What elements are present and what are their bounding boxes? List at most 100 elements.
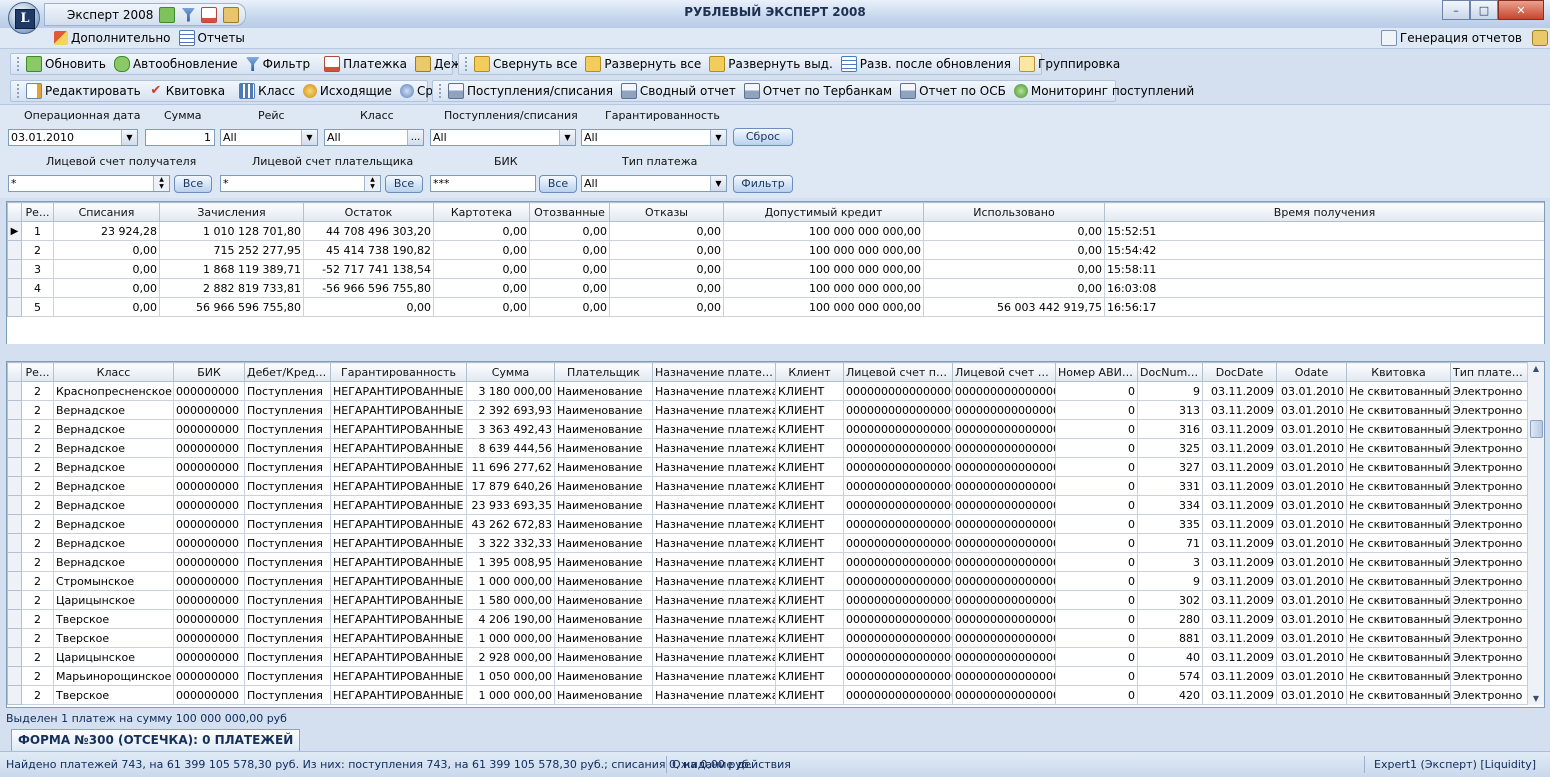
kvitovka-button[interactable]: ✔ Квитовка xyxy=(145,84,229,99)
table-row[interactable]: 2 Стромынское 000000000 Поступления НЕГАРАНТ… xyxy=(7,571,1530,591)
column-header[interactable]: Отозванные xyxy=(529,202,610,222)
column-header[interactable]: DocNumber xyxy=(1137,362,1203,382)
table-row[interactable]: 2 Царицынское 000000000 Поступления НЕГАРАНТ… xyxy=(7,590,1530,610)
collapse-all-button[interactable]: Свернуть все xyxy=(470,56,581,72)
chevron-down-icon[interactable]: ▼ xyxy=(301,130,317,145)
row-indicator[interactable]: ▶ xyxy=(7,221,22,241)
column-header[interactable]: Картотека xyxy=(433,202,530,222)
recipient-all-button[interactable]: Все xyxy=(174,175,212,193)
column-header[interactable]: Плательщик xyxy=(554,362,653,382)
payer-account-input[interactable]: * ▲ ▼ xyxy=(220,175,381,192)
table-row[interactable]: 2 Вернадское 000000000 Поступления НЕГАРАНТИ… xyxy=(7,476,1530,496)
grid-splitter[interactable] xyxy=(0,344,1550,360)
row-indicator[interactable] xyxy=(7,297,22,317)
report-generation-button[interactable]: Генерация отчетов xyxy=(1377,30,1526,46)
payment-button[interactable]: Платежка xyxy=(320,56,411,72)
column-header[interactable]: Лицевой счет плат... xyxy=(843,362,953,382)
table-row[interactable]: 2 Вернадское 000000000 Поступления НЕГАРАНТИ… xyxy=(7,495,1530,515)
row-indicator[interactable] xyxy=(7,476,22,496)
chevron-down-icon[interactable]: ▼ xyxy=(710,130,726,145)
table-row[interactable]: 2 Вернадское 000000000 Поступления НЕГАРАНТИ… xyxy=(7,514,1530,534)
toolbar-grip[interactable] xyxy=(465,57,467,71)
table-row[interactable]: 2 Вернадское 000000000 Поступления НЕГАРАНТИ… xyxy=(7,400,1530,420)
filter-toolbar-button[interactable]: Фильтр xyxy=(242,57,314,71)
expand-after-refresh-button[interactable]: Разв. после обновления xyxy=(837,56,1015,72)
table-row[interactable]: 2 0,00 715 252 277,95 45 414 738 190,82 0,00… xyxy=(7,240,1544,260)
column-header[interactable]: Гарантированность xyxy=(330,362,467,382)
grouping-button[interactable]: Группировка xyxy=(1015,56,1124,72)
row-indicator[interactable] xyxy=(7,552,22,572)
ellipsis-button[interactable]: ... xyxy=(407,130,423,145)
menu-item-reports[interactable]: Отчеты xyxy=(175,30,249,46)
row-indicator[interactable] xyxy=(7,381,22,401)
column-header[interactable]: Ре... xyxy=(21,362,54,382)
table-row[interactable]: 2 Вернадское 000000000 Поступления НЕГАРАНТИ… xyxy=(7,552,1530,572)
close-button[interactable]: ✕ xyxy=(1498,0,1544,20)
class-button[interactable]: Класс xyxy=(235,83,299,99)
column-header[interactable]: Лицевой счет по... xyxy=(952,362,1056,382)
spinner-icon[interactable]: ▲ ▼ xyxy=(364,176,380,191)
table-row[interactable]: 2 Тверское 000000000 Поступления НЕГАРАНТИРО… xyxy=(7,685,1530,705)
row-indicator[interactable] xyxy=(7,533,22,553)
row-indicator[interactable] xyxy=(7,495,22,515)
apply-filter-button[interactable]: Фильтр xyxy=(733,175,793,193)
menu-item-extra[interactable]: Дополнительно xyxy=(50,31,175,45)
chevron-down-icon[interactable]: ▼ xyxy=(559,130,575,145)
autorefresh-button[interactable]: Автообновление xyxy=(110,56,242,72)
klass-select[interactable]: All... xyxy=(324,129,424,146)
table-row[interactable]: 2 Вернадское 000000000 Поступления НЕГАРАНТИ… xyxy=(7,419,1530,439)
sum-input[interactable]: 1 xyxy=(145,129,215,146)
table-row[interactable]: 2 Марьинорощинское 000000000 Поступления НЕГ… xyxy=(7,666,1530,686)
row-indicator[interactable] xyxy=(7,647,22,667)
minimize-button[interactable]: – xyxy=(1442,0,1470,20)
table-row[interactable]: 4 0,00 2 882 819 733,81 -56 966 596 755,80 0… xyxy=(7,278,1544,298)
help-icon[interactable] xyxy=(1532,30,1548,46)
app-menu-button[interactable]: L xyxy=(8,2,40,34)
column-header[interactable]: Дебет/Кредит xyxy=(244,362,331,382)
column-header[interactable]: Клиент xyxy=(775,362,844,382)
table-row[interactable]: 2 Вернадское 000000000 Поступления НЕГАРАНТИ… xyxy=(7,438,1530,458)
column-header[interactable]: DocDate xyxy=(1202,362,1277,382)
op-date-picker[interactable]: 03.01.2010 ▼ xyxy=(8,129,138,146)
toolbar-grip[interactable] xyxy=(17,84,19,98)
table-row[interactable]: 2 Тверское 000000000 Поступления НЕГАРАНТИРО… xyxy=(7,609,1530,629)
scrollbar-thumb[interactable] xyxy=(1530,420,1543,438)
column-header[interactable]: Назначение платежа xyxy=(652,362,776,382)
guarantee-select[interactable]: All ▼ xyxy=(581,129,727,146)
row-indicator[interactable] xyxy=(7,590,22,610)
receipts-report-button[interactable]: Поступления/списания xyxy=(444,83,617,99)
tab-form-300[interactable]: ФОРМА №300 (ОТСЕЧКА): 0 ПЛАТЕЖЕЙ xyxy=(11,729,301,752)
edit-button[interactable]: Редактировать xyxy=(22,83,145,99)
column-header[interactable]: Допустимый кредит xyxy=(723,202,924,222)
bik-input[interactable]: *** xyxy=(430,175,536,192)
row-indicator[interactable] xyxy=(7,628,22,648)
row-indicator[interactable] xyxy=(7,438,22,458)
table-row[interactable]: 2 Краснопресненское 000000000 Поступления НЕ… xyxy=(7,381,1530,401)
column-header[interactable]: БИК xyxy=(173,362,245,382)
outgoing-button[interactable]: Исходящие xyxy=(299,84,396,98)
row-indicator[interactable] xyxy=(7,457,22,477)
column-header[interactable]: Зачисления xyxy=(159,202,304,222)
chevron-down-icon[interactable]: ▼ xyxy=(710,176,726,191)
table-row[interactable]: ▶ 1 23 924,28 1 010 128 701,80 44 708 496 30… xyxy=(7,221,1544,241)
column-header[interactable]: Использовано xyxy=(923,202,1105,222)
column-header[interactable]: Ре... xyxy=(21,202,54,222)
column-header[interactable]: Сумма xyxy=(466,362,555,382)
monitoring-button[interactable]: Мониторинг поступлений xyxy=(1010,84,1198,98)
chevron-down-icon[interactable]: ▼ xyxy=(121,130,137,145)
column-header[interactable]: Остаток xyxy=(303,202,434,222)
reis-select[interactable]: All ▼ xyxy=(220,129,318,146)
row-indicator[interactable] xyxy=(7,514,22,534)
row-indicator[interactable] xyxy=(7,609,22,629)
vertical-scrollbar[interactable]: ▲ ▼ xyxy=(1527,362,1544,705)
expand-selected-button[interactable]: Развернуть выд. xyxy=(705,56,837,72)
row-indicator[interactable] xyxy=(7,259,22,279)
payment-type-select[interactable]: All ▼ xyxy=(581,175,727,192)
receipts-select[interactable]: All ▼ xyxy=(430,129,576,146)
row-indicator[interactable] xyxy=(7,419,22,439)
terbank-report-button[interactable]: Отчет по Тербанкам xyxy=(740,83,896,99)
payer-all-button[interactable]: Все xyxy=(385,175,423,193)
row-indicator[interactable] xyxy=(7,685,22,705)
row-indicator[interactable] xyxy=(7,240,22,260)
spinner-icon[interactable]: ▲ ▼ xyxy=(153,176,169,191)
